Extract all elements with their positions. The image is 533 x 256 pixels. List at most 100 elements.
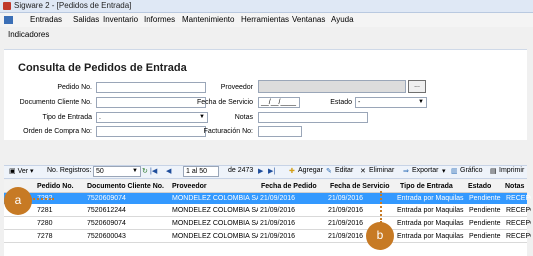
row-divider: [4, 216, 527, 217]
notas-input[interactable]: [258, 112, 368, 123]
estado-value: -: [358, 99, 361, 106]
app-icon: [3, 2, 11, 10]
header-notas[interactable]: Notas: [505, 181, 524, 192]
header-estado[interactable]: Estado: [468, 181, 491, 192]
menu-ayuda[interactable]: Ayuda: [331, 15, 354, 24]
next-page-icon[interactable]: ▶: [258, 167, 263, 175]
table-row[interactable]: 7282 7520609074 MONDELEZ COLOMBIA SAS 21…: [4, 193, 531, 204]
cell-tipo: Entrada por Maquilas: [397, 220, 464, 227]
menu-entradas[interactable]: Entradas: [30, 15, 62, 24]
window-title: Sigware 2 - [Pedidos de Entrada]: [14, 1, 132, 10]
cell-tipo: Entrada por Maquilas: [397, 233, 464, 240]
callout-b-leader: [380, 191, 382, 223]
chevron-down-icon: ▼: [418, 99, 424, 105]
agregar-button[interactable]: Agregar: [298, 167, 323, 174]
ver-label: Ver: [17, 168, 29, 175]
page-title: Consulta de Pedidos de Entrada: [18, 62, 187, 74]
menu-mantenimiento[interactable]: Mantenimiento: [182, 15, 234, 24]
cell-documento: 7520600043: [87, 233, 126, 240]
header-documento[interactable]: Documento Cliente No.: [87, 181, 164, 192]
cell-fecha-pedido: 21/09/2016: [260, 220, 296, 227]
callout-a-leader: [30, 198, 54, 200]
menu-ventanas[interactable]: Ventanas: [292, 15, 325, 24]
editar-button[interactable]: Editar: [335, 167, 353, 174]
notas-label: Notas: [234, 114, 253, 121]
page-position-input[interactable]: 1 al 50: [183, 166, 219, 177]
documento-input[interactable]: [96, 97, 206, 108]
fecha-input[interactable]: __/__/____: [258, 97, 300, 108]
registros-select[interactable]: 50 ▼: [93, 166, 141, 177]
cell-pedido: 7280: [37, 220, 53, 227]
document-icon[interactable]: [4, 16, 13, 24]
previous-page-icon[interactable]: ◀: [166, 167, 171, 175]
proveedor-input[interactable]: [258, 80, 406, 93]
header-fecha-pedido[interactable]: Fecha de Pedido: [261, 181, 317, 192]
menu-inventario[interactable]: Inventario: [103, 15, 138, 24]
menu-herramientas[interactable]: Herramientas: [241, 15, 289, 24]
export-icon[interactable]: ⇒: [403, 167, 409, 175]
tipo-label: Tipo de Entrada: [42, 114, 92, 121]
cell-fecha-servicio: 21/09/2016: [328, 195, 364, 202]
callout-b-badge: b: [366, 222, 394, 250]
toolbar: [0, 28, 533, 40]
cell-fecha-pedido: 21/09/2016: [260, 233, 296, 240]
fecha-label: Fecha de Servicio: [196, 99, 253, 106]
callout-a-badge: a: [4, 187, 32, 215]
add-icon[interactable]: ✚: [289, 167, 295, 175]
app-window: Sigware 2 - [Pedidos de Entrada] Entrada…: [0, 0, 533, 256]
exportar-button[interactable]: Exportar: [412, 167, 438, 174]
header-pedido[interactable]: Pedido No.: [37, 181, 74, 192]
indicadores-button[interactable]: Indicadores: [8, 30, 49, 39]
table-row[interactable]: 7281 7520612244 MONDELEZ COLOMBIA SAS 21…: [4, 205, 531, 216]
chevron-down-icon: ▼: [199, 114, 205, 120]
cell-notas: RECEPCI: [506, 233, 531, 240]
table-row[interactable]: 7278 7520600043 MONDELEZ COLOMBIA SAS 21…: [4, 231, 531, 242]
cell-proveedor: MONDELEZ COLOMBIA SAS: [172, 220, 258, 227]
cell-pedido: 7278: [37, 233, 53, 240]
page-total: de 2473: [228, 167, 254, 174]
cell-documento: 7520609074: [87, 195, 126, 202]
cell-documento: 7520609074: [87, 220, 126, 227]
tipo-select[interactable]: . ▼: [96, 112, 208, 123]
eliminar-button[interactable]: Eliminar: [369, 167, 394, 174]
cell-proveedor: MONDELEZ COLOMBIA SAS: [172, 207, 258, 214]
cell-proveedor: MONDELEZ COLOMBIA SAS: [172, 195, 258, 202]
first-page-icon[interactable]: |◀: [150, 167, 157, 175]
edit-icon[interactable]: ✎: [326, 167, 332, 175]
menu-salidas[interactable]: Salidas: [73, 15, 99, 24]
menu-informes[interactable]: Informes: [144, 15, 175, 24]
table-row[interactable]: 7280 7520609074 MONDELEZ COLOMBIA SAS 21…: [4, 218, 531, 229]
estado-select[interactable]: - ▼: [355, 97, 427, 108]
pedido-input[interactable]: [96, 82, 206, 93]
imprimir-button[interactable]: Imprimir: [499, 167, 524, 174]
header-proveedor[interactable]: Proveedor: [172, 181, 207, 192]
cell-notas: RECEPCI: [506, 207, 531, 214]
cell-pedido: 7281: [37, 207, 53, 214]
cell-estado: Pendiente: [469, 233, 501, 240]
cell-tipo: Entrada por Maquilas: [397, 195, 464, 202]
pedido-label: Pedido No.: [57, 84, 92, 91]
cell-proveedor: MONDELEZ COLOMBIA SAS: [172, 233, 258, 240]
chevron-down-icon: ▼: [132, 168, 138, 174]
row-divider: [4, 229, 527, 230]
cell-notas: RECEPCI: [506, 220, 531, 227]
facturacion-input[interactable]: [258, 126, 302, 137]
chevron-down-icon[interactable]: ▾: [442, 167, 446, 175]
proveedor-label: Proveedor: [220, 84, 253, 91]
grafico-button[interactable]: Gráfico: [460, 167, 483, 174]
registros-value: 50: [96, 168, 104, 175]
cell-estado: Pendiente: [469, 207, 501, 214]
proveedor-browse-button[interactable]: ...: [408, 80, 426, 93]
cell-fecha-pedido: 21/09/2016: [260, 195, 296, 202]
chart-icon[interactable]: ▥: [451, 167, 458, 175]
cell-fecha-servicio: 21/09/2016: [328, 207, 364, 214]
ver-dropdown[interactable]: ▣ Ver ▾: [9, 167, 34, 175]
documento-label: Documento Cliente No.: [19, 99, 92, 106]
print-icon[interactable]: ▤: [490, 167, 497, 175]
estado-label: Estado: [330, 99, 352, 106]
last-page-icon[interactable]: ▶|: [268, 167, 275, 175]
header-tipo[interactable]: Tipo de Entrada: [400, 181, 453, 192]
refresh-icon[interactable]: ↻: [142, 167, 148, 175]
delete-icon[interactable]: ✕: [360, 167, 366, 175]
registros-label: No. Registros:: [47, 167, 92, 174]
